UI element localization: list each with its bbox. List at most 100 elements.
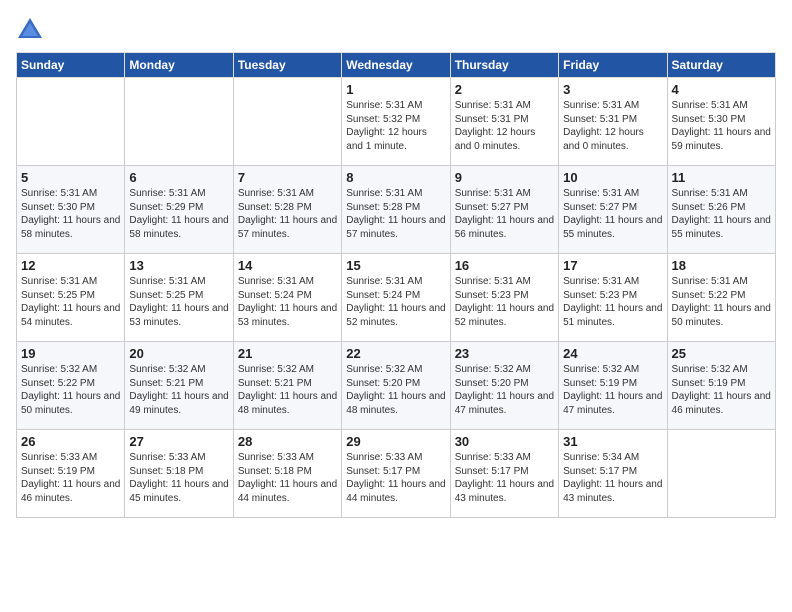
cell-text: Sunrise: 5:31 AM Sunset: 5:23 PM Dayligh… xyxy=(455,275,554,329)
cell-text: Sunrise: 5:31 AM Sunset: 5:27 PM Dayligh… xyxy=(563,187,662,241)
calendar-cell: 3Sunrise: 5:31 AM Sunset: 5:31 PM Daylig… xyxy=(559,78,667,166)
cell-text: Sunrise: 5:32 AM Sunset: 5:20 PM Dayligh… xyxy=(455,363,554,417)
day-number: 15 xyxy=(346,258,445,273)
cell-text: Sunrise: 5:34 AM Sunset: 5:17 PM Dayligh… xyxy=(563,451,662,505)
cell-text: Sunrise: 5:33 AM Sunset: 5:17 PM Dayligh… xyxy=(455,451,554,505)
weekday-header-friday: Friday xyxy=(559,53,667,78)
cell-text: Sunrise: 5:32 AM Sunset: 5:22 PM Dayligh… xyxy=(21,363,120,417)
weekday-header-thursday: Thursday xyxy=(450,53,558,78)
cell-text: Sunrise: 5:32 AM Sunset: 5:19 PM Dayligh… xyxy=(563,363,662,417)
day-number: 5 xyxy=(21,170,120,185)
cell-text: Sunrise: 5:33 AM Sunset: 5:19 PM Dayligh… xyxy=(21,451,120,505)
calendar-cell: 15 Sunrise: 5:31 AM Sunset: 5:24 PM Dayli… xyxy=(342,254,450,342)
calendar-cell xyxy=(233,78,341,166)
calendar-cell: 28 Sunrise: 5:33 AM Sunset: 5:18 PM Dayli… xyxy=(233,430,341,518)
calendar: SundayMondayTuesdayWednesdayThursdayFrid… xyxy=(16,52,776,518)
day-number: 29 xyxy=(346,434,445,449)
calendar-cell: 25 Sunrise: 5:32 AM Sunset: 5:19 PM Dayli… xyxy=(667,342,775,430)
day-number: 27 xyxy=(129,434,228,449)
calendar-cell: 4 Sunrise: 5:31 AM Sunset: 5:30 PM Daylig… xyxy=(667,78,775,166)
calendar-week-row: 1 Sunrise: 5:31 AM Sunset: 5:32 PM Daylig… xyxy=(17,78,776,166)
cell-text: Sunrise: 5:33 AM Sunset: 5:18 PM Dayligh… xyxy=(129,451,228,505)
cell-text: Sunrise: 5:32 AM Sunset: 5:19 PM Dayligh… xyxy=(672,363,771,417)
calendar-cell xyxy=(125,78,233,166)
day-number: 17 xyxy=(563,258,662,273)
day-number: 28 xyxy=(238,434,337,449)
day-number: 14 xyxy=(238,258,337,273)
weekday-header-saturday: Saturday xyxy=(667,53,775,78)
day-number: 25 xyxy=(672,346,771,361)
calendar-cell: 24 Sunrise: 5:32 AM Sunset: 5:19 PM Dayli… xyxy=(559,342,667,430)
calendar-cell: 9 Sunrise: 5:31 AM Sunset: 5:27 PM Daylig… xyxy=(450,166,558,254)
cell-text: Sunrise: 5:31 AM Sunset: 5:31 PM Dayligh… xyxy=(455,99,554,153)
logo xyxy=(16,16,47,44)
cell-text: Sunrise: 5:33 AM Sunset: 5:18 PM Dayligh… xyxy=(238,451,337,505)
cell-text: Sunrise: 5:31 AM Sunset: 5:26 PM Dayligh… xyxy=(672,187,771,241)
day-number: 22 xyxy=(346,346,445,361)
calendar-cell: 2 Sunrise: 5:31 AM Sunset: 5:31 PM Daylig… xyxy=(450,78,558,166)
calendar-cell: 6 Sunrise: 5:31 AM Sunset: 5:29 PM Daylig… xyxy=(125,166,233,254)
calendar-cell xyxy=(17,78,125,166)
day-number: 13 xyxy=(129,258,228,273)
day-number: 23 xyxy=(455,346,554,361)
calendar-header-row: SundayMondayTuesdayWednesdayThursdayFrid… xyxy=(17,53,776,78)
day-number: 9 xyxy=(455,170,554,185)
calendar-cell: 31 Sunrise: 5:34 AM Sunset: 5:17 PM Dayli… xyxy=(559,430,667,518)
day-number: 10 xyxy=(563,170,662,185)
calendar-week-row: 19 Sunrise: 5:32 AM Sunset: 5:22 PM Dayli… xyxy=(17,342,776,430)
cell-text: Sunrise: 5:31 AM Sunset: 5:32 PM Dayligh… xyxy=(346,99,445,153)
weekday-header-sunday: Sunday xyxy=(17,53,125,78)
cell-text: Sunrise: 5:33 AM Sunset: 5:17 PM Dayligh… xyxy=(346,451,445,505)
day-number: 8 xyxy=(346,170,445,185)
calendar-cell: 29 Sunrise: 5:33 AM Sunset: 5:17 PM Dayli… xyxy=(342,430,450,518)
day-number: 4 xyxy=(672,82,771,97)
header xyxy=(16,16,776,44)
day-number: 6 xyxy=(129,170,228,185)
cell-text: Sunrise: 5:31 AM Sunset: 5:28 PM Dayligh… xyxy=(346,187,445,241)
day-number: 16 xyxy=(455,258,554,273)
day-number: 21 xyxy=(238,346,337,361)
calendar-cell: 22Sunrise: 5:32 AM Sunset: 5:20 PM Dayli… xyxy=(342,342,450,430)
calendar-cell: 10 Sunrise: 5:31 AM Sunset: 5:27 PM Dayli… xyxy=(559,166,667,254)
day-number: 12 xyxy=(21,258,120,273)
calendar-cell xyxy=(667,430,775,518)
cell-text: Sunrise: 5:31 AM Sunset: 5:25 PM Dayligh… xyxy=(21,275,120,329)
cell-text: Sunrise: 5:32 AM Sunset: 5:21 PM Dayligh… xyxy=(129,363,228,417)
cell-text: Sunrise: 5:31 AM Sunset: 5:24 PM Dayligh… xyxy=(238,275,337,329)
calendar-cell: 11 Sunrise: 5:31 AM Sunset: 5:26 PM Dayli… xyxy=(667,166,775,254)
calendar-cell: 27 Sunrise: 5:33 AM Sunset: 5:18 PM Dayli… xyxy=(125,430,233,518)
cell-text: Sunrise: 5:31 AM Sunset: 5:25 PM Dayligh… xyxy=(129,275,228,329)
calendar-cell: 16 Sunrise: 5:31 AM Sunset: 5:23 PM Dayli… xyxy=(450,254,558,342)
calendar-cell: 18Sunrise: 5:31 AM Sunset: 5:22 PM Dayli… xyxy=(667,254,775,342)
calendar-cell: 21Sunrise: 5:32 AM Sunset: 5:21 PM Dayli… xyxy=(233,342,341,430)
cell-text: Sunrise: 5:31 AM Sunset: 5:29 PM Dayligh… xyxy=(129,187,228,241)
day-number: 30 xyxy=(455,434,554,449)
calendar-cell: 8 Sunrise: 5:31 AM Sunset: 5:28 PM Daylig… xyxy=(342,166,450,254)
calendar-cell: 1 Sunrise: 5:31 AM Sunset: 5:32 PM Daylig… xyxy=(342,78,450,166)
calendar-cell: 5Sunrise: 5:31 AM Sunset: 5:30 PM Daylig… xyxy=(17,166,125,254)
calendar-cell: 7 Sunrise: 5:31 AM Sunset: 5:28 PM Daylig… xyxy=(233,166,341,254)
day-number: 24 xyxy=(563,346,662,361)
page: SundayMondayTuesdayWednesdayThursdayFrid… xyxy=(0,0,792,612)
calendar-cell: 26 Sunrise: 5:33 AM Sunset: 5:19 PM Dayli… xyxy=(17,430,125,518)
day-number: 7 xyxy=(238,170,337,185)
day-number: 1 xyxy=(346,82,445,97)
logo-icon xyxy=(16,16,44,44)
day-number: 2 xyxy=(455,82,554,97)
cell-text: Sunrise: 5:31 AM Sunset: 5:28 PM Dayligh… xyxy=(238,187,337,241)
cell-text: Sunrise: 5:31 AM Sunset: 5:24 PM Dayligh… xyxy=(346,275,445,329)
calendar-cell: 12 Sunrise: 5:31 AM Sunset: 5:25 PM Dayli… xyxy=(17,254,125,342)
day-number: 31 xyxy=(563,434,662,449)
calendar-cell: 17Sunrise: 5:31 AM Sunset: 5:23 PM Dayli… xyxy=(559,254,667,342)
calendar-cell: 30 Sunrise: 5:33 AM Sunset: 5:17 PM Dayli… xyxy=(450,430,558,518)
cell-text: Sunrise: 5:31 AM Sunset: 5:31 PM Dayligh… xyxy=(563,99,662,153)
day-number: 26 xyxy=(21,434,120,449)
calendar-cell: 13 Sunrise: 5:31 AM Sunset: 5:25 PM Dayli… xyxy=(125,254,233,342)
cell-text: Sunrise: 5:31 AM Sunset: 5:30 PM Dayligh… xyxy=(672,99,771,153)
day-number: 19 xyxy=(21,346,120,361)
weekday-header-monday: Monday xyxy=(125,53,233,78)
calendar-cell: 14 Sunrise: 5:31 AM Sunset: 5:24 PM Dayli… xyxy=(233,254,341,342)
calendar-cell: 19 Sunrise: 5:32 AM Sunset: 5:22 PM Dayli… xyxy=(17,342,125,430)
day-number: 11 xyxy=(672,170,771,185)
cell-text: Sunrise: 5:31 AM Sunset: 5:27 PM Dayligh… xyxy=(455,187,554,241)
